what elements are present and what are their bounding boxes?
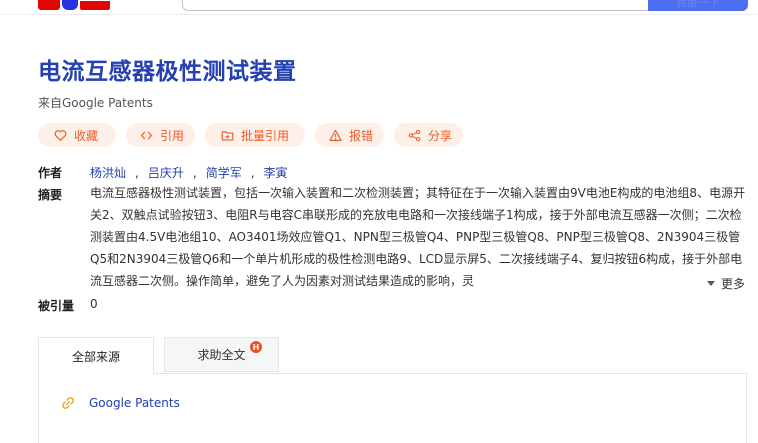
warning-icon bbox=[329, 129, 342, 141]
action-bar: 收藏 引用 批量引用 报错 分享 bbox=[38, 123, 463, 147]
tab-request-full-text[interactable]: 求助全文 H bbox=[164, 337, 279, 372]
author-link[interactable]: 吕庆升 bbox=[148, 166, 184, 180]
more-toggle[interactable]: 更多 bbox=[669, 275, 745, 293]
search-input[interactable] bbox=[182, 0, 650, 11]
tab-all-sources[interactable]: 全部来源 bbox=[38, 337, 154, 374]
author-list: 杨洪灿, 吕庆升, 简学军, 李寅 bbox=[90, 166, 288, 180]
code-brackets-icon bbox=[141, 131, 152, 139]
heart-icon bbox=[54, 129, 67, 141]
authors-label: 作者 bbox=[38, 166, 63, 180]
author-link[interactable]: 杨洪灿 bbox=[90, 166, 126, 180]
source-tabs: 全部来源 求助全文 H bbox=[38, 337, 748, 374]
cite-button[interactable]: 引用 bbox=[126, 123, 195, 147]
chevron-down-icon bbox=[707, 280, 715, 286]
cited-label: 被引量 bbox=[38, 299, 75, 313]
batch-cite-button[interactable]: 批量引用 bbox=[205, 123, 305, 147]
paw-icon bbox=[62, 0, 78, 10]
report-error-button[interactable]: 报错 bbox=[315, 123, 384, 147]
share-icon bbox=[408, 129, 421, 141]
baidu-scholar-logo[interactable] bbox=[38, 0, 110, 10]
link-icon bbox=[62, 397, 74, 409]
author-link[interactable]: 李寅 bbox=[264, 166, 288, 180]
share-button[interactable]: 分享 bbox=[394, 123, 463, 147]
abstract-label: 摘要 bbox=[38, 188, 63, 202]
favorite-button[interactable]: 收藏 bbox=[38, 123, 116, 147]
author-link[interactable]: 简学军 bbox=[206, 166, 242, 180]
hot-badge: H bbox=[250, 341, 262, 353]
paper-source: 来自Google Patents bbox=[38, 96, 153, 110]
source-link-google-patents[interactable]: Google Patents bbox=[61, 396, 180, 410]
paper-title[interactable]: 电流互感器极性测试装置 bbox=[38, 52, 297, 86]
search-button[interactable]: 百度一下 bbox=[648, 0, 748, 11]
abstract-text: 电流互感器极性测试装置，包括一次输入装置和二次检测装置；其特征在于一次输入装置由… bbox=[90, 186, 746, 288]
top-header: 百度一下 bbox=[0, 0, 758, 15]
cited-count: 0 bbox=[90, 297, 98, 311]
folder-plus-icon bbox=[221, 130, 234, 141]
